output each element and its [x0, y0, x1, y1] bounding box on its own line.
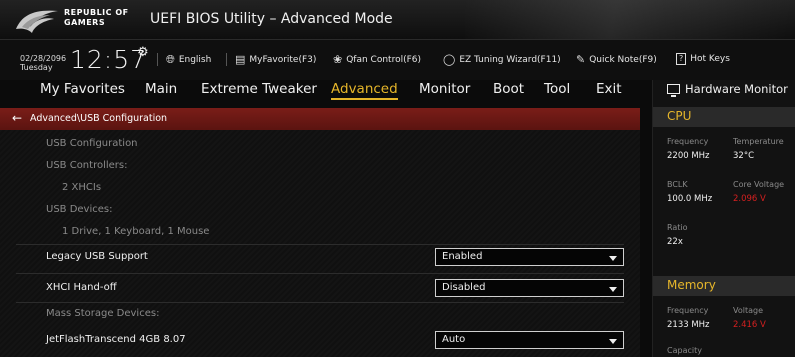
help-icon: ?: [676, 53, 687, 65]
settings-list: USB Configuration USB Controllers: 2 XHC…: [0, 130, 640, 357]
row-divider: [16, 273, 624, 274]
tab-monitor[interactable]: Monitor: [419, 81, 470, 97]
memory-section-title: Memory: [667, 278, 716, 292]
section-heading-usb-configuration: USB Configuration: [46, 138, 138, 149]
ratio-value: 22x: [667, 237, 683, 247]
app-title: UEFI BIOS Utility – Advanced Mode: [150, 11, 393, 27]
core-voltage-label: Core Voltage: [733, 180, 785, 189]
bclk-value: 100.0 MHz: [667, 194, 713, 204]
tab-my-favorites[interactable]: My Favorites: [40, 81, 125, 97]
myfavorite-label: MyFavorite(F3): [249, 54, 317, 65]
language-button[interactable]: 🌐︎ English: [166, 53, 211, 67]
memory-frequency-label: Frequency: [667, 306, 709, 315]
legacy-usb-support-label: Legacy USB Support: [46, 251, 148, 262]
cpu-temperature-label: Temperature: [733, 137, 784, 146]
memory-section-header: Memory: [653, 276, 795, 296]
brand-line-2: GAMERS: [64, 18, 106, 27]
brand-name: REPUBLIC OF GAMERS: [64, 8, 129, 28]
list-item: 2 XHCIs: [0, 177, 640, 199]
memory-voltage-label: Voltage: [733, 306, 764, 315]
tab-exit[interactable]: Exit: [596, 81, 622, 97]
mass-storage-devices-label: Mass Storage Devices:: [46, 308, 160, 319]
cpu-section-header: CPU: [653, 107, 795, 127]
note-icon: ✎: [576, 53, 586, 66]
usb-controllers-value: 2 XHCIs: [62, 182, 102, 193]
hot-keys-button[interactable]: ? Hot Keys: [676, 53, 730, 65]
cpu-section-title: CPU: [667, 109, 692, 123]
memory-frequency-value: 2133 MHz: [667, 320, 710, 330]
list-item: 1 Drive, 1 Keyboard, 1 Mouse: [0, 221, 640, 243]
list-item: Mass Storage Devices:: [0, 303, 640, 325]
list-item: USB Devices:: [0, 199, 640, 221]
myfavorite-button[interactable]: ▤ MyFavorite(F3): [235, 53, 316, 66]
usb-devices-value: 1 Drive, 1 Keyboard, 1 Mouse: [62, 226, 210, 237]
cpu-frequency-label: Frequency: [667, 137, 709, 146]
date-block: 02/28/2096 Tuesday: [20, 54, 66, 72]
toolbar-divider: [157, 53, 158, 66]
chevron-down-icon: [609, 256, 617, 261]
chevron-down-icon: [609, 287, 617, 292]
chevron-down-icon: [609, 339, 617, 344]
quick-note-label: Quick Note(F9): [589, 54, 657, 65]
dropdown-value: Auto: [442, 334, 466, 345]
tab-extreme-tweaker[interactable]: Extreme Tweaker: [201, 81, 317, 97]
xhci-hand-off-dropdown[interactable]: Disabled: [435, 279, 624, 297]
list-item: USB Configuration: [0, 133, 640, 155]
back-arrow-icon[interactable]: ←: [12, 111, 22, 125]
setting-xhci-hand-off[interactable]: XHCI Hand-off Disabled: [0, 277, 640, 299]
jetflash-transcend-dropdown[interactable]: Auto: [435, 331, 624, 349]
dropdown-value: Enabled: [442, 251, 483, 262]
usb-controllers-label: USB Controllers:: [46, 160, 128, 171]
ez-tuning-label: EZ Tuning Wizard(F11): [459, 54, 561, 65]
toolbar-divider: [226, 53, 227, 66]
xhci-hand-off-label: XHCI Hand-off: [46, 282, 117, 293]
tab-main[interactable]: Main: [145, 81, 177, 97]
tab-tool[interactable]: Tool: [544, 81, 570, 97]
lightbulb-icon: ◯: [443, 53, 456, 66]
quick-note-button[interactable]: ✎ Quick Note(F9): [576, 53, 657, 66]
favorite-list-icon: ▤: [235, 53, 246, 66]
rog-logo-icon: [16, 10, 58, 33]
hardware-monitor-label: Hardware Monitor: [685, 82, 788, 96]
fan-icon: ❀: [333, 53, 343, 66]
row-divider: [16, 244, 624, 245]
jetflash-transcend-label: JetFlashTranscend 4GB 8.07: [46, 334, 186, 345]
tab-boot[interactable]: Boot: [493, 81, 524, 97]
bclk-label: BCLK: [667, 180, 688, 189]
setting-legacy-usb-support[interactable]: Legacy USB Support Enabled: [0, 246, 640, 268]
clock: 12:57: [70, 45, 148, 74]
hardware-monitor-title: Hardware Monitor: [667, 82, 788, 97]
hardware-monitor-panel: Hardware Monitor CPU Frequency Temperatu…: [652, 80, 795, 357]
main-menu: My Favorites Main Extreme Tweaker Advanc…: [0, 80, 640, 102]
ratio-label: Ratio: [667, 223, 688, 232]
setting-jetflash-transcend[interactable]: JetFlashTranscend 4GB 8.07 Auto: [0, 329, 640, 351]
day-text: Tuesday: [20, 63, 53, 72]
title-bar: REPUBLIC OF GAMERS UEFI BIOS Utility – A…: [0, 0, 795, 40]
cpu-temperature-value: 32°C: [733, 151, 755, 161]
qfan-button[interactable]: ❀ Qfan Control(F6): [333, 53, 421, 66]
toolbar: 02/28/2096 Tuesday 12:57 ⚙ 🌐︎ English ▤ …: [0, 40, 795, 80]
breadcrumb-path: Advanced\USB Configuration: [30, 113, 168, 124]
usb-devices-label: USB Devices:: [46, 204, 113, 215]
tab-advanced[interactable]: Advanced: [331, 81, 398, 100]
legacy-usb-support-dropdown[interactable]: Enabled: [435, 248, 624, 266]
breadcrumb: ← Advanced\USB Configuration: [0, 108, 640, 130]
globe-icon: 🌐︎: [166, 53, 175, 66]
header-decoration: [465, 0, 795, 39]
hot-keys-label: Hot Keys: [690, 54, 730, 64]
date-text: 02/28/2096: [20, 54, 67, 63]
memory-capacity-label: Capacity: [667, 346, 702, 355]
ez-tuning-button[interactable]: ◯ EZ Tuning Wizard(F11): [443, 53, 561, 66]
gear-icon[interactable]: ⚙: [137, 45, 149, 60]
dropdown-value: Disabled: [442, 282, 486, 293]
monitor-icon: [667, 84, 680, 97]
cpu-frequency-value: 2200 MHz: [667, 151, 710, 161]
qfan-label: Qfan Control(F6): [346, 54, 422, 65]
language-label: English: [178, 55, 212, 65]
brand-line-1: REPUBLIC OF: [64, 8, 129, 17]
list-item: USB Controllers:: [0, 155, 640, 177]
core-voltage-value: 2.096 V: [733, 194, 766, 204]
memory-voltage-value: 2.416 V: [733, 320, 766, 330]
